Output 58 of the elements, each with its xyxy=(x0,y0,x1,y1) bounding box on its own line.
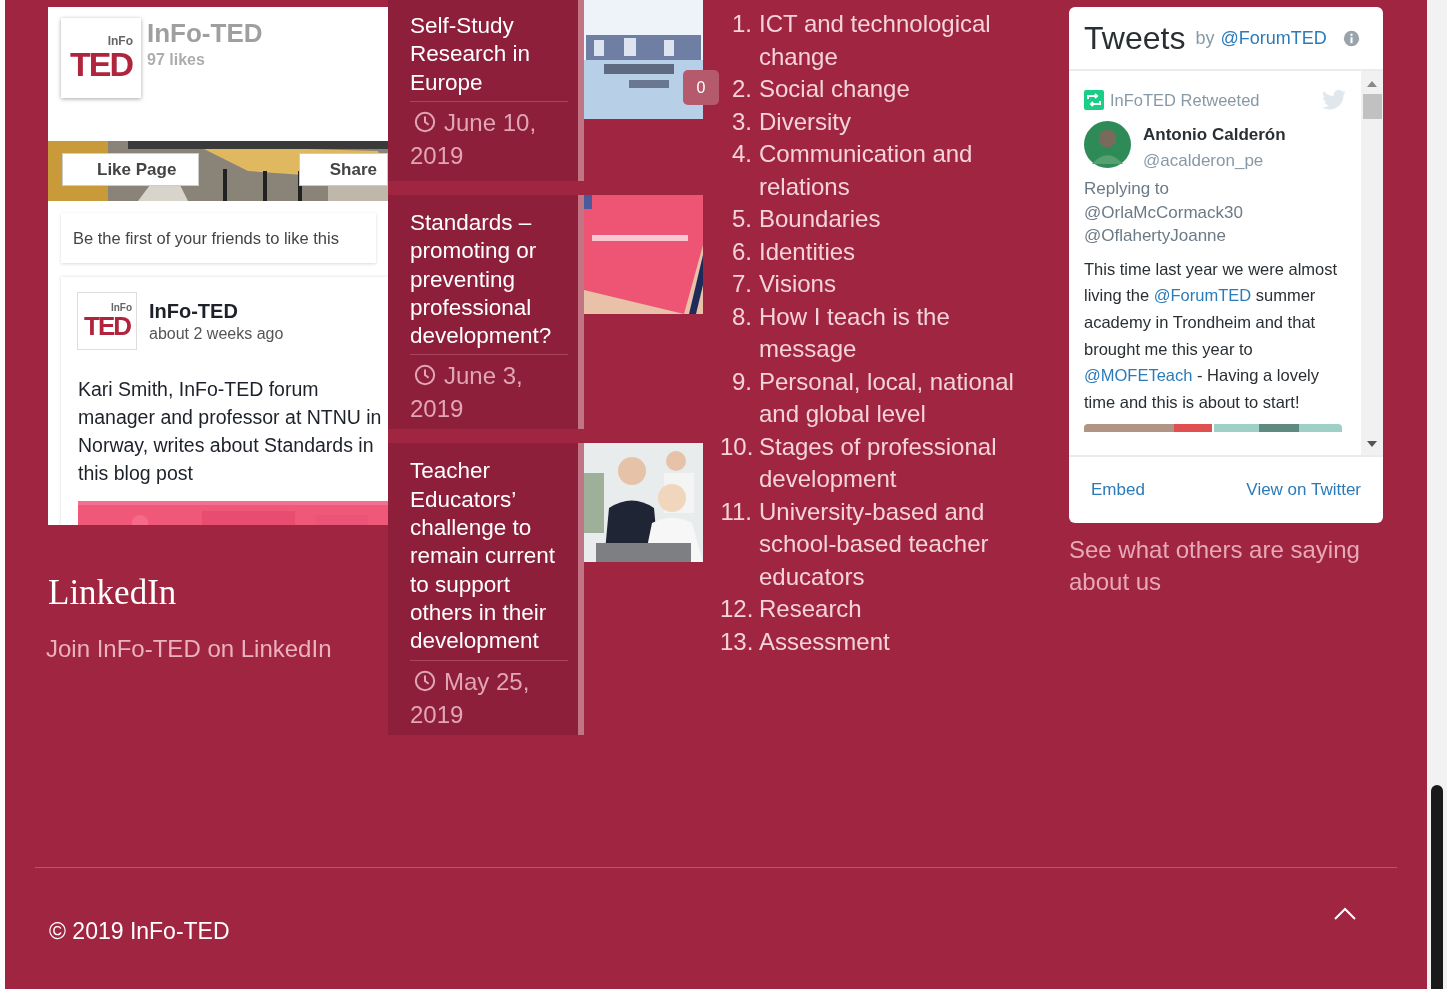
author-name: Antonio Calderón xyxy=(1143,125,1286,145)
topic-link[interactable]: 6. Identities xyxy=(720,235,1069,268)
linkedin-link[interactable]: Join InFo-TED on LinkedIn xyxy=(46,635,332,663)
topic-link[interactable]: 3. Diversity xyxy=(720,105,1069,138)
topic-link[interactable]: 11. University-based and school-based teacher educators xyxy=(720,495,1069,593)
share-button[interactable]: Share xyxy=(298,153,388,186)
replying-label: Replying to xyxy=(1084,178,1171,200)
post-time: about 2 weeks ago xyxy=(149,324,284,343)
page-logo: InFo TED xyxy=(61,18,141,98)
embed-link[interactable]: Embed xyxy=(1091,480,1145,500)
post-date: June 3, 2019 xyxy=(410,361,524,425)
scroll-thumb[interactable] xyxy=(1362,94,1382,119)
clock-icon xyxy=(414,110,436,133)
caret-up-icon[interactable] xyxy=(1333,906,1357,921)
post-date: June 10, 2019 xyxy=(410,107,538,171)
tagline: See what others are saying about us xyxy=(1069,535,1361,597)
topic-link[interactable]: 8. How I teach is the message xyxy=(720,300,1069,366)
handle-link[interactable]: @ForumTED xyxy=(1220,27,1327,49)
widget-title: Tweets xyxy=(1084,19,1186,57)
mention-link[interactable]: @ForumTED xyxy=(1153,286,1252,305)
comment-count: 0 xyxy=(683,70,719,105)
topic-link[interactable]: 10. Stages of professional development xyxy=(720,430,1069,496)
reply-handle: @OrlaMcCormack30 xyxy=(1084,201,1244,224)
scroll-down-icon[interactable] xyxy=(1367,441,1377,447)
avatar xyxy=(1084,121,1131,168)
post-title-link[interactable]: Self-Study Research in Europe xyxy=(410,12,568,102)
topic-link[interactable]: 2. Social change xyxy=(720,73,1069,106)
topic-link[interactable]: 1. ICT and technological change xyxy=(720,8,1069,73)
post-title-link[interactable]: Standards – promoting or preventing professional development? xyxy=(410,209,568,356)
post-text: Kari Smith, InFo-TED forum manager and professor at NTNU in Norway, writes about Standards in this blog post xyxy=(78,377,383,486)
info-icon[interactable] xyxy=(1343,29,1360,47)
view-on-twitter-link[interactable]: View on Twitter xyxy=(1246,480,1361,500)
like-page-button[interactable]: Like Page xyxy=(62,153,200,186)
post-date: May 25, 2019 xyxy=(410,666,531,730)
linkedin-heading: LinkedIn xyxy=(48,573,178,613)
reply-handle: @OflahertyJoanne xyxy=(1084,225,1227,247)
author-handle: @acalderon_pe xyxy=(1143,151,1265,171)
clock-icon xyxy=(414,669,436,692)
mention-link[interactable]: @MOFETeach xyxy=(1084,366,1193,385)
topic-link[interactable]: 9. Personal, local, national and global level xyxy=(720,365,1069,431)
copyright: © 2019 InFo-TED xyxy=(49,917,230,945)
clock-icon xyxy=(414,364,436,387)
retweet-label: InFoTED Retweeted xyxy=(1110,90,1260,110)
post-title-link[interactable]: Teacher Educators’ challenge to remain current to support others in their development xyxy=(410,457,568,661)
page-name: InFo-TED xyxy=(147,18,263,49)
topic-link[interactable]: 13. Assessment xyxy=(720,625,1069,658)
topic-link[interactable]: 7. Visions xyxy=(720,268,1069,301)
post-author: InFo-TED xyxy=(149,299,239,323)
tweet-text: This time last year we were almost living the @ForumTED summer academy in Trondheim and that brought me this year to @MOFETeach - Having a lovely time and this is about to start! xyxy=(1084,258,1339,413)
friends-note: Be the first of your friends to like this xyxy=(61,213,376,263)
topic-link[interactable]: 4. Communication and relations xyxy=(720,138,1069,203)
scroll-up-icon[interactable] xyxy=(1367,81,1377,87)
retweet-icon xyxy=(1084,90,1104,110)
topic-link[interactable]: 12. Research xyxy=(720,593,1069,626)
by-label: by xyxy=(1195,27,1215,49)
likes-count: 97 likes xyxy=(147,51,206,69)
scroll-thumb[interactable] xyxy=(1431,785,1443,989)
topic-link[interactable]: 5. Boundaries xyxy=(720,203,1069,236)
